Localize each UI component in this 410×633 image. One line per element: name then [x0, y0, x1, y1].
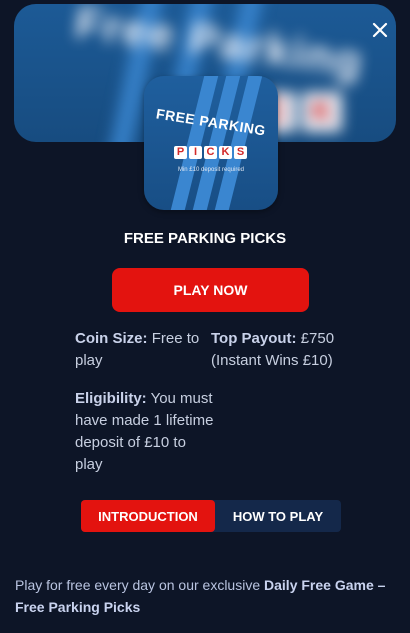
eligibility-info: Eligibility: You must have made 1 lifeti… [75, 388, 215, 476]
eligibility-label: Eligibility: [75, 390, 147, 407]
top-payout-label: Top Payout: [211, 330, 297, 347]
thumbnail-tile: S [234, 146, 247, 159]
thumbnail-tile: P [174, 146, 187, 159]
tab-introduction[interactable]: INTRODUCTION [81, 500, 215, 532]
thumbnail-tile: C [204, 146, 217, 159]
coin-size-label: Coin Size: [75, 330, 148, 347]
thumbnail-tile: K [219, 146, 232, 159]
tab-how-to-play[interactable]: HOW TO PLAY [215, 500, 341, 532]
thumbnail-tiles: P I C K S [174, 146, 247, 159]
close-button[interactable] [366, 16, 394, 44]
play-now-button[interactable]: PLAY NOW [112, 268, 309, 312]
thumbnail-note: Min £10 deposit required [177, 167, 245, 173]
game-description: Play for free every day on our exclusive… [15, 574, 395, 618]
game-thumbnail: FREE PARKING P I C K S Min £10 deposit r… [144, 76, 278, 210]
close-icon [372, 22, 388, 38]
game-info-modal: Free Parking P I C K FREE PARKING P I C … [0, 0, 410, 633]
coin-size-info: Coin Size: Free to play [75, 328, 210, 372]
game-title: FREE PARKING PICKS [123, 230, 287, 247]
thumbnail-tile: I [189, 146, 202, 159]
hero-tile: K [302, 92, 342, 132]
info-tabs: INTRODUCTION HOW TO PLAY [81, 500, 341, 532]
top-payout-info: Top Payout: £750 (Instant Wins £10) [211, 328, 361, 372]
description-text: Play for free every day on our exclusive [15, 577, 261, 593]
